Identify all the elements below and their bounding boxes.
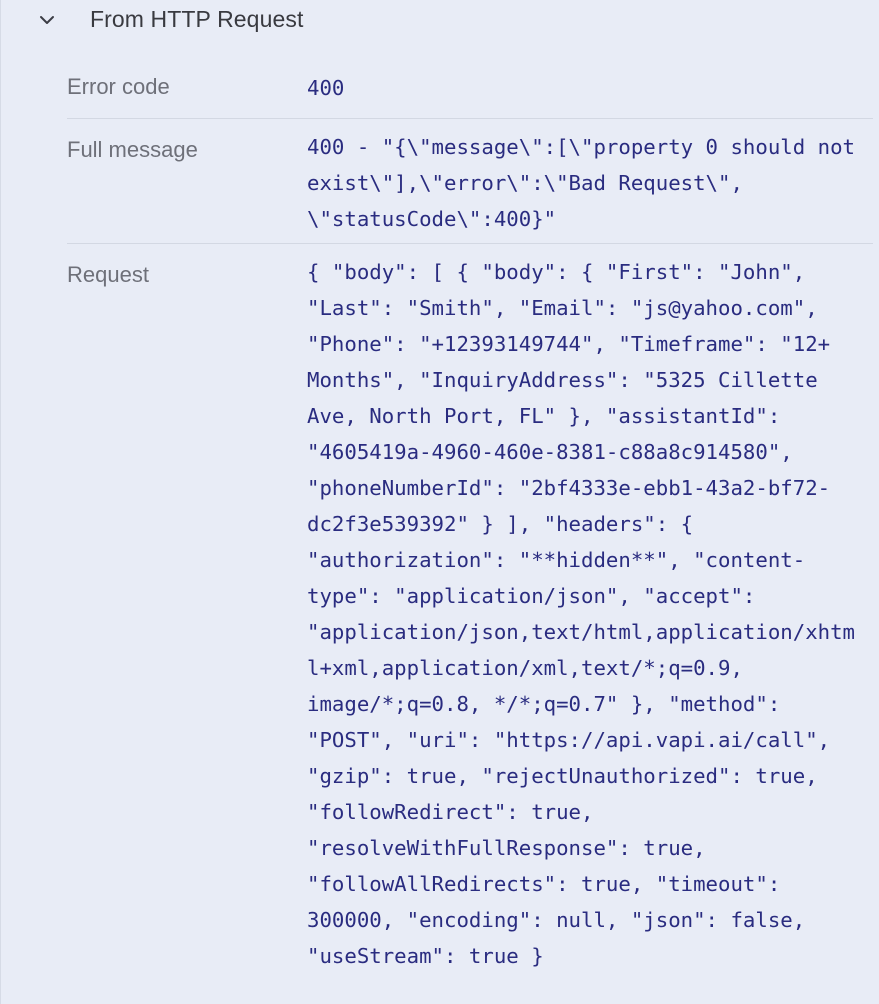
error-code-value: 400 (307, 76, 345, 100)
full-message-label: Full message (67, 137, 198, 162)
request-row: Request { "body": [ { "body": { "First":… (67, 244, 873, 984)
section-title: From HTTP Request (90, 6, 304, 32)
error-code-label: Error code (67, 74, 170, 99)
error-code-row: Error code 400 (67, 58, 873, 119)
error-details-panel: From HTTP Request Error code 400 Full me… (0, 0, 879, 1004)
section-header-from-http-request[interactable]: From HTTP Request (1, 0, 879, 40)
chevron-down-icon[interactable] (37, 10, 57, 30)
full-message-row: Full message 400 - "{\"message\":[\"prop… (67, 119, 873, 244)
request-value: { "body": [ { "body": { "First": "John",… (307, 260, 856, 968)
request-label: Request (67, 262, 149, 287)
full-message-value: 400 - "{\"message\":[\"property 0 should… (307, 135, 868, 231)
